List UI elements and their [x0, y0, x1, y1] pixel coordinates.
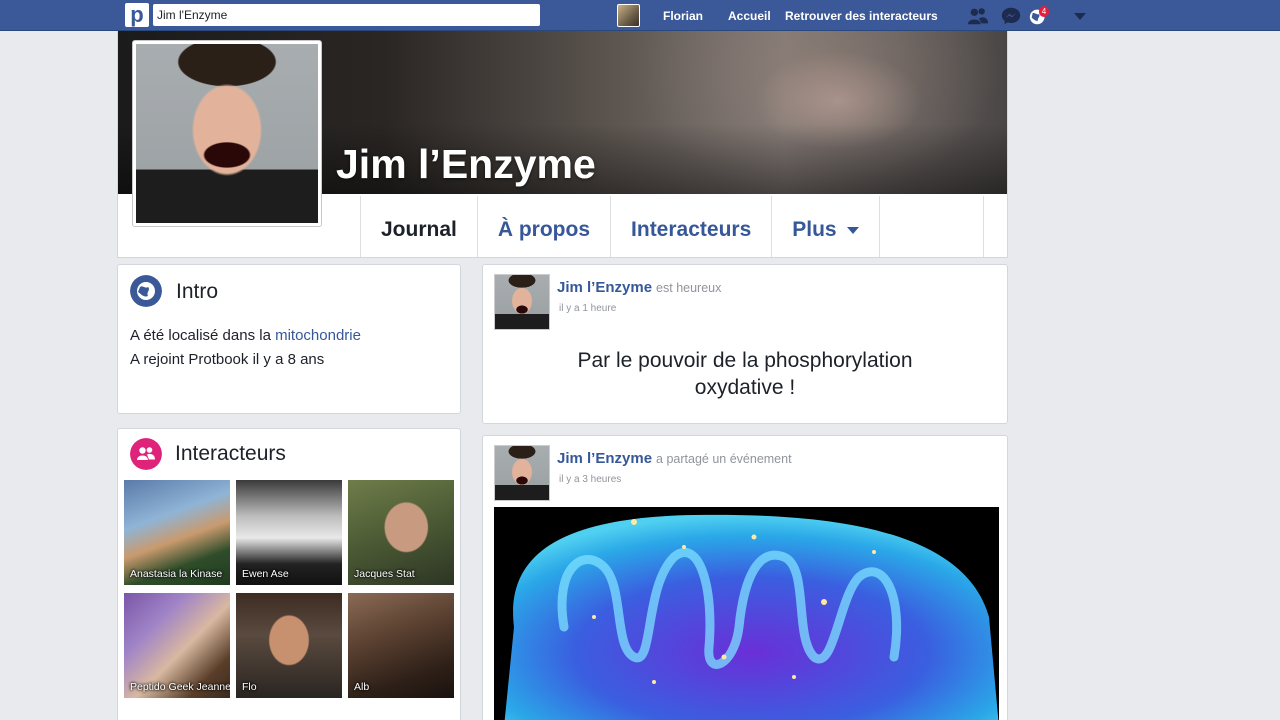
- friend-tile[interactable]: Jacques Stat: [348, 480, 454, 585]
- tab-journal[interactable]: Journal: [361, 196, 478, 257]
- profile-header: Jim l’Enzyme Journal À propos Interacteu…: [117, 31, 1008, 258]
- friend-tile[interactable]: Peptido Geek Jeanne: [124, 593, 230, 698]
- status-post: Jim l’Enzyme est heureux il y a 1 heure P…: [482, 264, 1008, 424]
- intro-card: Intro A été localisé dans la mitochondri…: [117, 264, 461, 414]
- intro-joined: A rejoint Protbook il y a 8 ans: [130, 351, 325, 368]
- friend-tile[interactable]: Anastasia la Kinase: [124, 480, 230, 585]
- friends-card: Interacteurs Anastasia la Kinase Ewen As…: [117, 428, 461, 720]
- nav-home-link[interactable]: Accueil: [728, 0, 771, 31]
- messages-icon[interactable]: [1000, 6, 1022, 26]
- friend-tile[interactable]: Alb: [348, 593, 454, 698]
- tab-friends[interactable]: Interacteurs: [611, 196, 773, 257]
- tab-spacer: [880, 196, 984, 257]
- post-author-avatar[interactable]: [494, 445, 550, 501]
- profile-name: Jim l’Enzyme: [336, 141, 596, 187]
- globe-icon: [130, 275, 162, 307]
- top-navigation-bar: p Florian Accueil Retrouver des interact…: [0, 0, 1280, 31]
- account-menu-caret-icon[interactable]: [1074, 13, 1086, 20]
- protbook-logo[interactable]: p: [125, 3, 149, 27]
- chevron-down-icon: [846, 226, 859, 234]
- post-timestamp[interactable]: il y a 1 heure: [559, 303, 616, 314]
- nav-find-friends-link[interactable]: Retrouver des interacteurs: [785, 0, 938, 31]
- search-input[interactable]: [153, 4, 540, 26]
- post-timestamp[interactable]: il y a 3 heures: [559, 474, 621, 485]
- tab-more[interactable]: Plus: [772, 196, 880, 257]
- friends-title: Interacteurs: [175, 442, 286, 465]
- user-avatar[interactable]: [617, 4, 640, 27]
- mitochondria-link[interactable]: mitochondrie: [275, 327, 361, 344]
- friends-icon: [130, 438, 162, 470]
- post-action: a partagé un événement: [656, 452, 792, 466]
- nav-user-name[interactable]: Florian: [663, 0, 703, 31]
- intro-title: Intro: [176, 280, 219, 303]
- tab-about[interactable]: À propos: [478, 196, 612, 257]
- notification-badge: 4: [1039, 6, 1049, 17]
- intro-location: A été localisé dans la mitochondrie: [130, 327, 361, 344]
- post-author: Jim l’Enzyme a partagé un événement: [557, 450, 792, 467]
- friend-tile[interactable]: Ewen Ase: [236, 480, 342, 585]
- profile-tabs: Journal À propos Interacteurs Plus: [360, 196, 984, 257]
- friend-requests-icon[interactable]: [967, 6, 989, 26]
- mitochondria-image[interactable]: [494, 507, 999, 720]
- post-author-link[interactable]: Jim l’Enzyme: [557, 450, 652, 467]
- friend-tile[interactable]: Flo: [236, 593, 342, 698]
- post-text: Par le pouvoir de la phosphorylation oxy…: [577, 349, 913, 399]
- post-author: Jim l’Enzyme est heureux: [557, 279, 721, 296]
- profile-picture[interactable]: [132, 40, 322, 227]
- post-author-avatar[interactable]: [494, 274, 550, 330]
- post-action: est heureux: [656, 281, 722, 295]
- post-author-link[interactable]: Jim l’Enzyme: [557, 279, 652, 296]
- shared-event-post: Jim l’Enzyme a partagé un événement il y …: [482, 435, 1008, 720]
